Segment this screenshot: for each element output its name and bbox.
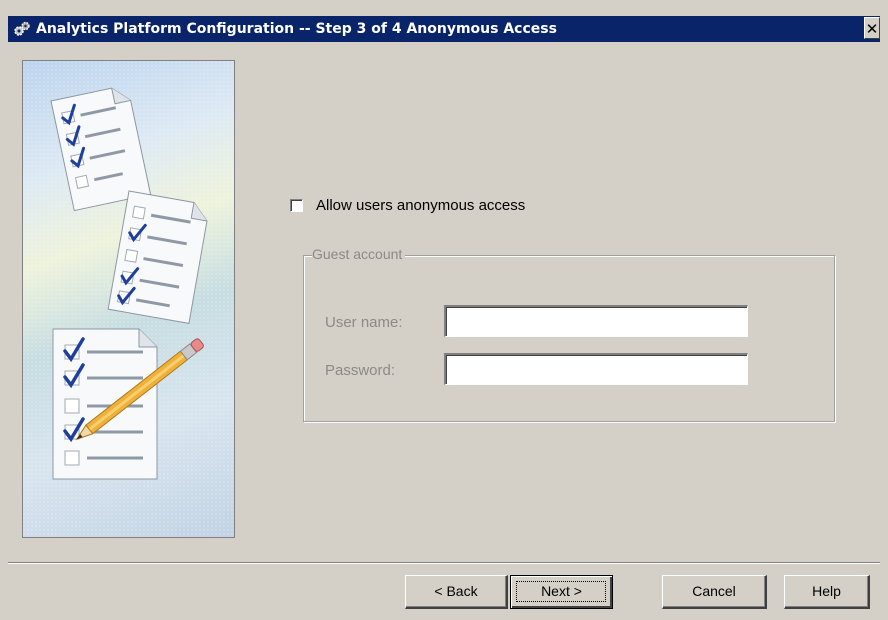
- next-button-label: Next >: [541, 583, 582, 599]
- guest-account-group: [303, 255, 835, 422]
- title-bar[interactable]: Analytics Platform Configuration -- Step…: [8, 16, 880, 42]
- username-field[interactable]: [444, 305, 748, 337]
- cancel-button[interactable]: Cancel: [662, 575, 767, 609]
- username-label: User name:: [325, 314, 403, 331]
- window-title: Analytics Platform Configuration -- Step…: [36, 21, 557, 37]
- back-button-label: < Back: [434, 583, 478, 599]
- wizard-illustration: [22, 60, 235, 538]
- guest-account-legend: Guest account: [312, 246, 406, 262]
- password-field[interactable]: [444, 353, 748, 385]
- back-button[interactable]: < Back: [405, 575, 508, 609]
- allow-anonymous-label[interactable]: Allow users anonymous access: [316, 197, 525, 214]
- button-separator: [8, 562, 880, 564]
- allow-anonymous-checkbox[interactable]: [290, 199, 303, 212]
- gears-icon: [13, 20, 31, 38]
- checklist-document-icon: [52, 328, 158, 480]
- help-button-label: Help: [812, 583, 841, 599]
- next-button[interactable]: Next >: [510, 575, 613, 609]
- cancel-button-label: Cancel: [692, 583, 736, 599]
- close-button[interactable]: ✕: [864, 17, 880, 39]
- password-label: Password:: [325, 362, 396, 379]
- help-button[interactable]: Help: [784, 575, 870, 609]
